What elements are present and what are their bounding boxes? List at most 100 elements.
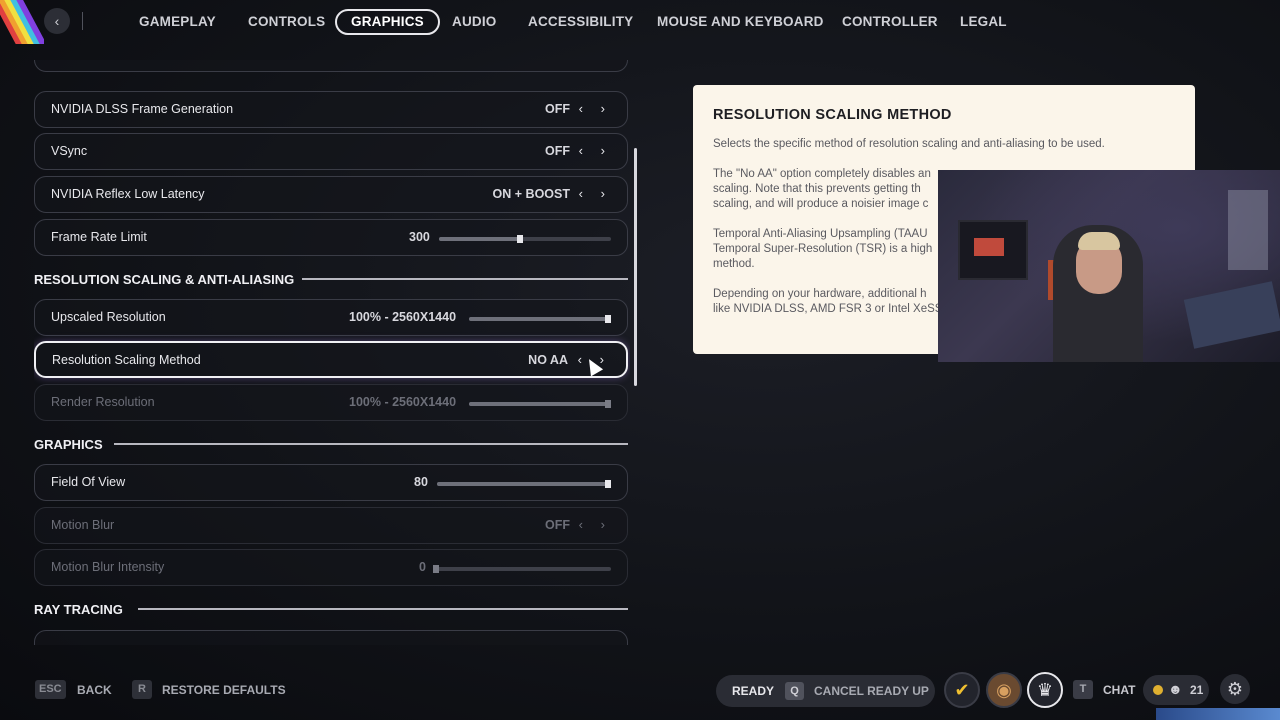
tab-audio[interactable]: AUDIO bbox=[452, 9, 497, 35]
setting-value: OFF bbox=[545, 144, 570, 158]
bottom-bar: ESC BACK R RESTORE DEFAULTS READY Q CANC… bbox=[0, 670, 1280, 710]
setting-value: 100% - 2560X1440 bbox=[349, 310, 457, 324]
cancel-ready-up-button[interactable]: CANCEL READY UP bbox=[814, 684, 929, 698]
webcam-streamer-hair bbox=[1078, 232, 1120, 250]
description-line: Temporal Anti-Aliasing Upsampling (TAAU bbox=[713, 228, 928, 240]
chevron-left-icon[interactable]: ‹ bbox=[579, 143, 583, 158]
settings-scrollbar[interactable] bbox=[634, 148, 637, 386]
setting-row-resolution-scaling-method[interactable]: Resolution Scaling Method NO AA ‹ › bbox=[34, 341, 628, 378]
setting-row-field-of-view[interactable]: Field Of View 80 bbox=[34, 464, 628, 501]
setting-value: 80 bbox=[414, 475, 428, 489]
frame-rate-slider[interactable] bbox=[439, 235, 611, 243]
upscaled-resolution-slider[interactable] bbox=[469, 315, 611, 323]
chevron-right-icon: › bbox=[600, 517, 605, 532]
description-title: RESOLUTION SCALING METHOD bbox=[713, 107, 952, 123]
webcam-window bbox=[1228, 190, 1268, 270]
setting-row-partial[interactable] bbox=[34, 630, 628, 645]
player-avatar[interactable]: ♛ bbox=[1027, 672, 1063, 708]
setting-row-vsync[interactable]: VSync OFF ‹ › bbox=[34, 133, 628, 170]
setting-label: VSync bbox=[51, 144, 88, 158]
setting-value: NO AA bbox=[528, 353, 568, 367]
description-line: scaling. Note that this prevents getting… bbox=[713, 183, 921, 195]
tab-legal[interactable]: LEGAL bbox=[960, 9, 1007, 35]
settings-list[interactable]: NVIDIA DLSS Frame Generation OFF ‹ › VSy… bbox=[34, 60, 630, 645]
gear-icon[interactable]: ⚙ bbox=[1220, 674, 1250, 704]
setting-label: Field Of View bbox=[51, 475, 126, 489]
corner-decoration bbox=[1156, 708, 1280, 720]
setting-row-upscaled-resolution[interactable]: Upscaled Resolution 100% - 2560X1440 bbox=[34, 299, 628, 336]
chevron-left-icon[interactable]: ‹ bbox=[578, 352, 582, 367]
chevron-right-icon[interactable]: › bbox=[601, 186, 605, 201]
setting-row-partial[interactable] bbox=[34, 60, 628, 72]
setting-row-render-resolution: Render Resolution 100% - 2560X1440 bbox=[34, 384, 628, 421]
game-logo bbox=[0, 0, 44, 44]
q-key-hint: Q bbox=[785, 682, 804, 700]
setting-row-dlss-frame-generation[interactable]: NVIDIA DLSS Frame Generation OFF ‹ › bbox=[34, 91, 628, 128]
section-divider bbox=[302, 278, 628, 280]
slider-knob[interactable] bbox=[516, 235, 523, 243]
slider-knob bbox=[433, 565, 439, 573]
description-line: Depending on your hardware, additional h bbox=[713, 288, 927, 300]
friends-count: 21 bbox=[1190, 683, 1204, 697]
chevron-right-icon[interactable]: › bbox=[601, 101, 605, 116]
field-of-view-slider[interactable] bbox=[437, 480, 611, 488]
chevron-left-icon: ‹ bbox=[578, 517, 583, 532]
setting-value: 0 bbox=[419, 560, 426, 574]
webcam-monitor bbox=[958, 220, 1028, 280]
ready-label: READY bbox=[732, 684, 775, 698]
chat-button[interactable]: CHAT bbox=[1103, 683, 1135, 697]
nav-divider bbox=[82, 12, 83, 30]
description-line: like NVIDIA DLSS, AMD FSR 3 or Intel XeS… bbox=[713, 303, 943, 315]
setting-label: Render Resolution bbox=[51, 395, 155, 409]
tab-accessibility[interactable]: ACCESSIBILITY bbox=[528, 9, 633, 35]
setting-label: Upscaled Resolution bbox=[51, 310, 166, 324]
setting-value: OFF bbox=[545, 102, 570, 116]
section-title-graphics: GRAPHICS bbox=[34, 437, 103, 452]
chevron-left-icon: ‹ bbox=[54, 13, 60, 29]
description-line: Temporal Super-Resolution (TSR) is a hig… bbox=[713, 243, 933, 255]
webcam-overlay bbox=[938, 170, 1280, 362]
ready-up-pill[interactable]: READY Q CANCEL READY UP bbox=[716, 675, 935, 707]
back-action[interactable]: BACK bbox=[77, 683, 112, 697]
chevron-right-icon[interactable]: › bbox=[601, 143, 605, 158]
description-line: scaling, and will produce a noisier imag… bbox=[713, 198, 929, 210]
description-paragraph: Selects the specific method of resolutio… bbox=[713, 138, 1105, 150]
setting-row-reflex-low-latency[interactable]: NVIDIA Reflex Low Latency ON + BOOST ‹ › bbox=[34, 176, 628, 213]
slider-knob bbox=[605, 400, 611, 408]
party-member-avatar[interactable]: ◉ bbox=[986, 672, 1022, 708]
setting-label: Motion Blur Intensity bbox=[51, 560, 165, 574]
top-navigation: ‹ GAMEPLAY CONTROLS GRAPHICS AUDIO ACCES… bbox=[0, 0, 1280, 44]
restore-defaults-action[interactable]: RESTORE DEFAULTS bbox=[162, 683, 286, 697]
chevron-left-icon[interactable]: ‹ bbox=[579, 101, 583, 116]
setting-row-frame-rate-limit[interactable]: Frame Rate Limit 300 bbox=[34, 219, 628, 256]
tab-controller[interactable]: CONTROLLER bbox=[842, 9, 938, 35]
online-status-icon bbox=[1153, 685, 1163, 695]
tab-controls[interactable]: CONTROLS bbox=[248, 9, 325, 35]
description-line: The "No AA" option completely disables a… bbox=[713, 168, 931, 180]
setting-label: NVIDIA DLSS Frame Generation bbox=[51, 102, 234, 116]
render-resolution-slider bbox=[469, 400, 611, 408]
setting-label: Frame Rate Limit bbox=[51, 230, 147, 244]
checkmark-icon[interactable]: ✔ bbox=[944, 672, 980, 708]
section-title-resolution-scaling: RESOLUTION SCALING & ANTI-ALIASING bbox=[34, 272, 295, 287]
setting-value: ON + BOOST bbox=[492, 187, 570, 201]
section-divider bbox=[114, 443, 628, 445]
back-button[interactable]: ‹ bbox=[44, 8, 70, 34]
friends-icon: ☻ bbox=[1168, 681, 1183, 697]
setting-row-motion-blur-intensity: Motion Blur Intensity 0 bbox=[34, 549, 628, 586]
tab-gameplay[interactable]: GAMEPLAY bbox=[139, 9, 216, 35]
setting-label: Resolution Scaling Method bbox=[52, 353, 201, 367]
esc-key-hint: ESC bbox=[35, 680, 66, 699]
section-divider bbox=[138, 608, 628, 610]
r-key-hint: R bbox=[132, 680, 152, 699]
setting-label: NVIDIA Reflex Low Latency bbox=[51, 187, 205, 201]
setting-value: OFF bbox=[545, 518, 570, 532]
friends-button[interactable]: ☻ 21 bbox=[1143, 675, 1209, 705]
tab-mouse-and-keyboard[interactable]: MOUSE AND KEYBOARD bbox=[657, 9, 824, 35]
slider-knob[interactable] bbox=[605, 480, 611, 488]
chevron-left-icon[interactable]: ‹ bbox=[579, 186, 583, 201]
setting-row-motion-blur: Motion Blur OFF ‹ › bbox=[34, 507, 628, 544]
slider-knob[interactable] bbox=[605, 315, 611, 323]
motion-blur-intensity-slider bbox=[433, 565, 611, 573]
tab-graphics[interactable]: GRAPHICS bbox=[335, 9, 440, 35]
